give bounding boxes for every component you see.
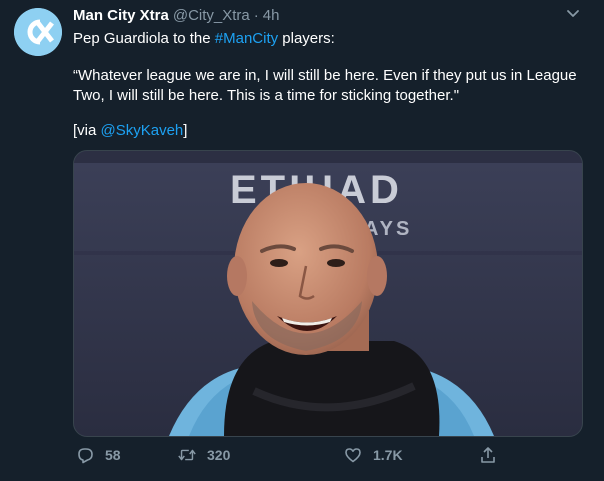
avatar[interactable] [14, 8, 62, 56]
reply-icon [75, 445, 95, 465]
like-count: 1.7K [373, 447, 403, 463]
separator-dot: · [253, 7, 259, 24]
tweet-text-suffix: players: [278, 30, 335, 47]
guardiola-photo: ETIHAD AYS [74, 151, 582, 436]
tweet-actions: 58 320 1.7K [73, 440, 513, 470]
tweet-media-image[interactable]: ETIHAD AYS [73, 150, 583, 437]
heart-icon [343, 445, 363, 465]
share-button[interactable] [478, 440, 508, 470]
reply-button[interactable]: 58 [75, 440, 121, 470]
hashtag-link[interactable]: #ManCity [215, 30, 278, 47]
chevron-down-icon [567, 10, 579, 17]
via-suffix: ] [183, 122, 188, 139]
retweet-button[interactable]: 320 [177, 440, 230, 470]
tweet-timestamp[interactable]: 4h [263, 7, 280, 24]
author-name[interactable]: Man City Xtra [73, 7, 169, 24]
man-city-xtra-logo-icon [14, 8, 62, 56]
tweet-header: Man City Xtra @City_Xtra · 4h [73, 6, 279, 26]
tweet-text-line: Pep Guardiola to the #ManCity players: [73, 29, 593, 49]
retweet-icon [177, 445, 197, 465]
via-prefix: [via [73, 122, 101, 139]
tweet-card[interactable]: Man City Xtra @City_Xtra · 4h Pep Guardiola… [0, 0, 604, 481]
like-button[interactable]: 1.7K [343, 440, 403, 470]
mention-link[interactable]: @SkyKaveh [101, 122, 184, 139]
reply-count: 58 [105, 447, 121, 463]
tweet-source-line: [via @SkyKaveh] [73, 121, 593, 141]
more-options-button[interactable] [562, 3, 584, 25]
tweet-text-prefix: Pep Guardiola to the [73, 30, 215, 47]
author-handle[interactable]: @City_Xtra [173, 7, 250, 24]
retweet-count: 320 [207, 447, 231, 463]
tweet-quote: “Whatever league we are in, I will still… [73, 67, 577, 104]
share-icon [478, 445, 498, 465]
